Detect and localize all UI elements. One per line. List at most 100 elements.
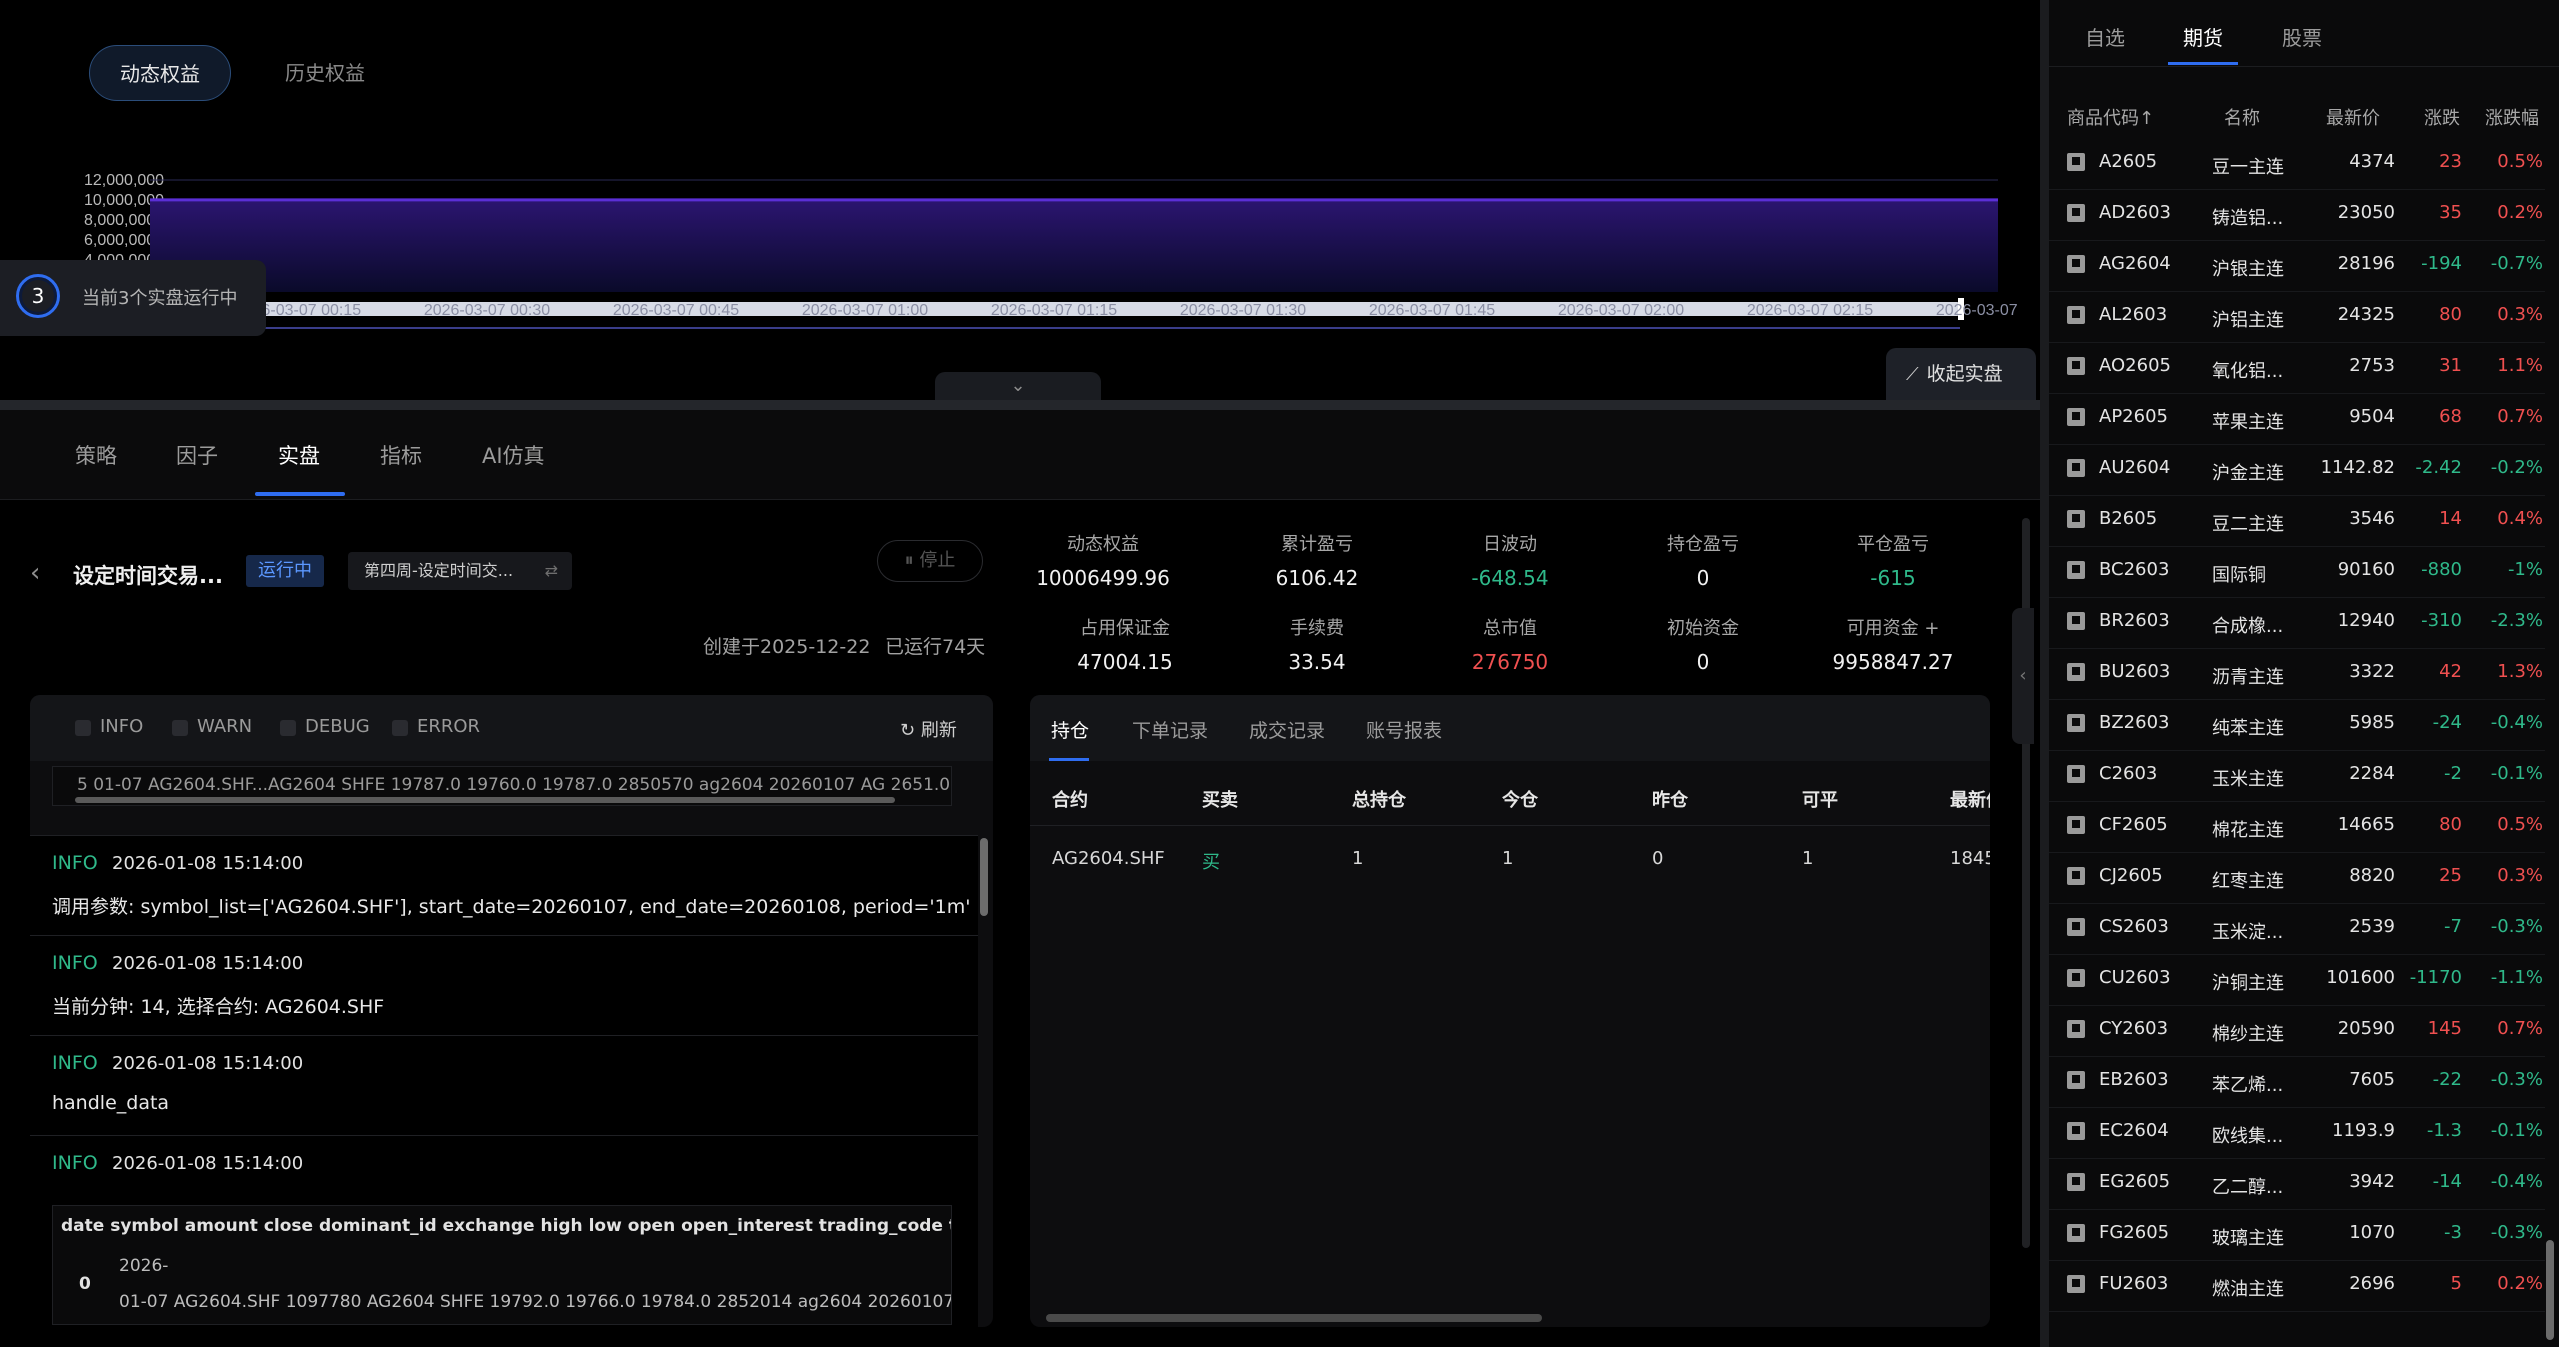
bookmark-icon[interactable] <box>2067 204 2085 222</box>
info-filter-checkbox[interactable] <box>75 720 91 736</box>
tab-favorites[interactable]: 自选 <box>2085 22 2125 51</box>
bookmark-icon[interactable] <box>2067 255 2085 273</box>
collapse-live-label: 收起实盘 <box>1926 363 2003 385</box>
error-filter-checkbox[interactable] <box>392 720 408 736</box>
tab-strategy[interactable]: 策略 <box>75 440 117 470</box>
tab-order-records[interactable]: 下单记录 <box>1132 716 1208 743</box>
bookmark-icon[interactable] <box>2067 918 2085 936</box>
col-name[interactable]: 名称 <box>2224 104 2260 130</box>
tab-indicator[interactable]: 指标 <box>380 440 422 470</box>
bookmark-icon[interactable] <box>2067 306 2085 324</box>
bookmark-icon[interactable] <box>2067 663 2085 681</box>
x-tick-label: 2026-03-07 01:15 <box>991 302 1117 319</box>
watchlist-row[interactable]: AL2603 沪铝主连 24325 80 0.3% <box>2049 292 2545 343</box>
watchlist-row[interactable]: AP2605 苹果主连 9504 68 0.7% <box>2049 394 2545 445</box>
col-total[interactable]: 总持仓 <box>1352 786 1406 812</box>
bookmark-icon[interactable] <box>2067 969 2085 987</box>
bookmark-icon[interactable] <box>2067 816 2085 834</box>
bookmark-icon[interactable] <box>2067 1275 2085 1293</box>
sidebar-collapse-handle[interactable]: ‹ <box>2012 608 2034 744</box>
symbol-name: 苯乙烯... <box>2212 1075 2284 1096</box>
tab-factor[interactable]: 因子 <box>176 440 218 470</box>
watchlist-row[interactable]: CJ2605 红枣主连 8820 25 0.3% <box>2049 853 2545 904</box>
watchlist-row[interactable]: AU2604 沪金主连 1142.82 -2.42 -0.2% <box>2049 445 2545 496</box>
active-tab-indicator <box>2168 62 2238 65</box>
bookmark-icon[interactable] <box>2067 408 2085 426</box>
bookmark-icon[interactable] <box>2067 357 2085 375</box>
col-code[interactable]: 商品代码↑ <box>2067 104 2154 130</box>
bookmark-icon[interactable] <box>2067 1020 2085 1038</box>
col-today[interactable]: 今仓 <box>1502 786 1538 812</box>
tab-positions[interactable]: 持仓 <box>1051 716 1089 743</box>
watchlist-row[interactable]: AO2605 氧化铝... 2753 31 1.1% <box>2049 343 2545 394</box>
tab-futures[interactable]: 期货 <box>2183 22 2223 51</box>
col-change-pct[interactable]: 涨跌幅 <box>2485 104 2539 130</box>
stop-button[interactable]: ⏸ 停止 <box>877 540 983 582</box>
col-yesterday[interactable]: 昨仓 <box>1652 786 1688 812</box>
bookmark-icon[interactable] <box>2067 153 2085 171</box>
watchlist-row[interactable]: CY2603 棉纱主连 20590 145 0.7% <box>2049 1006 2545 1057</box>
info-filter-label[interactable]: INFO <box>100 716 143 737</box>
bookmark-icon[interactable] <box>2067 1173 2085 1191</box>
available-funds-label[interactable]: 可用资金 + <box>1808 614 1978 640</box>
collapse-live-button[interactable]: ⟋ 收起实盘 <box>1886 348 2036 400</box>
watchlist-scrollbar[interactable] <box>2546 1240 2554 1340</box>
symbol-name: 豆一主连 <box>2212 157 2284 178</box>
col-closable[interactable]: 可平 <box>1802 786 1838 812</box>
watchlist-row[interactable]: CU2603 沪铜主连 101600 -1170 -1.1% <box>2049 955 2545 1006</box>
warn-filter-checkbox[interactable] <box>172 720 188 736</box>
watchlist-row[interactable]: AD2603 铸造铝... 23050 35 0.2% <box>2049 190 2545 241</box>
positions-hscrollbar[interactable] <box>1046 1314 1542 1322</box>
chart-collapse-toggle[interactable]: ⌄ <box>935 372 1101 400</box>
watchlist-row[interactable]: CF2605 棉花主连 14665 80 0.5% <box>2049 802 2545 853</box>
bookmark-icon[interactable] <box>2067 510 2085 528</box>
panel-divider[interactable] <box>0 400 2040 410</box>
bookmark-icon[interactable] <box>2067 714 2085 732</box>
bookmark-icon[interactable] <box>2067 765 2085 783</box>
tab-account-report[interactable]: 账号报表 <box>1366 716 1442 743</box>
col-change[interactable]: 涨跌 <box>2424 104 2460 130</box>
watchlist-row[interactable]: EG2605 乙二醇... 3942 -14 -0.4% <box>2049 1159 2545 1210</box>
bookmark-icon[interactable] <box>2067 867 2085 885</box>
col-price[interactable]: 最新价 <box>2326 104 2380 130</box>
bookmark-icon[interactable] <box>2067 612 2085 630</box>
tab-trade-records[interactable]: 成交记录 <box>1249 716 1325 743</box>
bookmark-icon[interactable] <box>2067 1071 2085 1089</box>
col-contract[interactable]: 合约 <box>1052 786 1088 812</box>
debug-filter-label[interactable]: DEBUG <box>305 716 370 737</box>
watchlist-row[interactable]: AG2604 沪银主连 28196 -194 -0.7% <box>2049 241 2545 292</box>
watchlist-row[interactable]: FG2605 玻璃主连 1070 -3 -0.3% <box>2049 1210 2545 1261</box>
bookmark-icon[interactable] <box>2067 561 2085 579</box>
price-change: 80 <box>2439 304 2462 325</box>
debug-filter-checkbox[interactable] <box>280 720 296 736</box>
strategy-selector[interactable]: 第四周-设定时间交... ⇄ <box>348 552 572 590</box>
watchlist-row[interactable]: EB2603 苯乙烯... 7605 -22 -0.3% <box>2049 1057 2545 1108</box>
dynamic-equity-tab[interactable]: 动态权益 <box>89 45 231 101</box>
refresh-button[interactable]: ↻ 刷新 <box>900 716 957 742</box>
tab-stocks[interactable]: 股票 <box>2282 22 2322 51</box>
watchlist-row[interactable]: C2603 玉米主连 2284 -2 -0.1% <box>2049 751 2545 802</box>
watchlist-row[interactable]: BR2603 合成橡... 12940 -310 -2.3% <box>2049 598 2545 649</box>
table-hscrollbar[interactable] <box>75 797 895 803</box>
log-message: handle_data <box>52 1092 170 1114</box>
watchlist-row[interactable]: BC2603 国际铜 90160 -880 -1% <box>2049 547 2545 598</box>
watchlist-row[interactable]: BZ2603 纯苯主连 5985 -24 -0.4% <box>2049 700 2545 751</box>
col-side[interactable]: 买卖 <box>1202 786 1238 812</box>
bookmark-icon[interactable] <box>2067 1122 2085 1140</box>
warn-filter-label[interactable]: WARN <box>197 716 252 737</box>
tab-ai-sim[interactable]: AI仿真 <box>482 440 545 470</box>
watchlist-row[interactable]: FU2603 燃油主连 2696 5 0.2% <box>2049 1261 2545 1312</box>
watchlist-row[interactable]: BU2603 沥青主连 3322 42 1.3% <box>2049 649 2545 700</box>
error-filter-label[interactable]: ERROR <box>417 716 480 737</box>
tab-live[interactable]: 实盘 <box>278 440 320 470</box>
back-chevron-icon[interactable]: ‹ <box>30 558 40 588</box>
bookmark-icon[interactable] <box>2067 459 2085 477</box>
bookmark-icon[interactable] <box>2067 1224 2085 1242</box>
watchlist-row[interactable]: EC2604 欧线集... 1193.9 -1.3 -0.1% <box>2049 1108 2545 1159</box>
col-last-price[interactable]: 最新价 <box>1950 786 1990 812</box>
history-equity-tab[interactable]: 历史权益 <box>255 45 395 101</box>
watchlist-row[interactable]: CS2603 玉米淀... 2539 -7 -0.3% <box>2049 904 2545 955</box>
watchlist-row[interactable]: A2605 豆一主连 4374 23 0.5% <box>2049 139 2545 190</box>
watchlist-row[interactable]: B2605 豆二主连 3546 14 0.4% <box>2049 496 2545 547</box>
log-scrollbar[interactable] <box>980 838 988 916</box>
